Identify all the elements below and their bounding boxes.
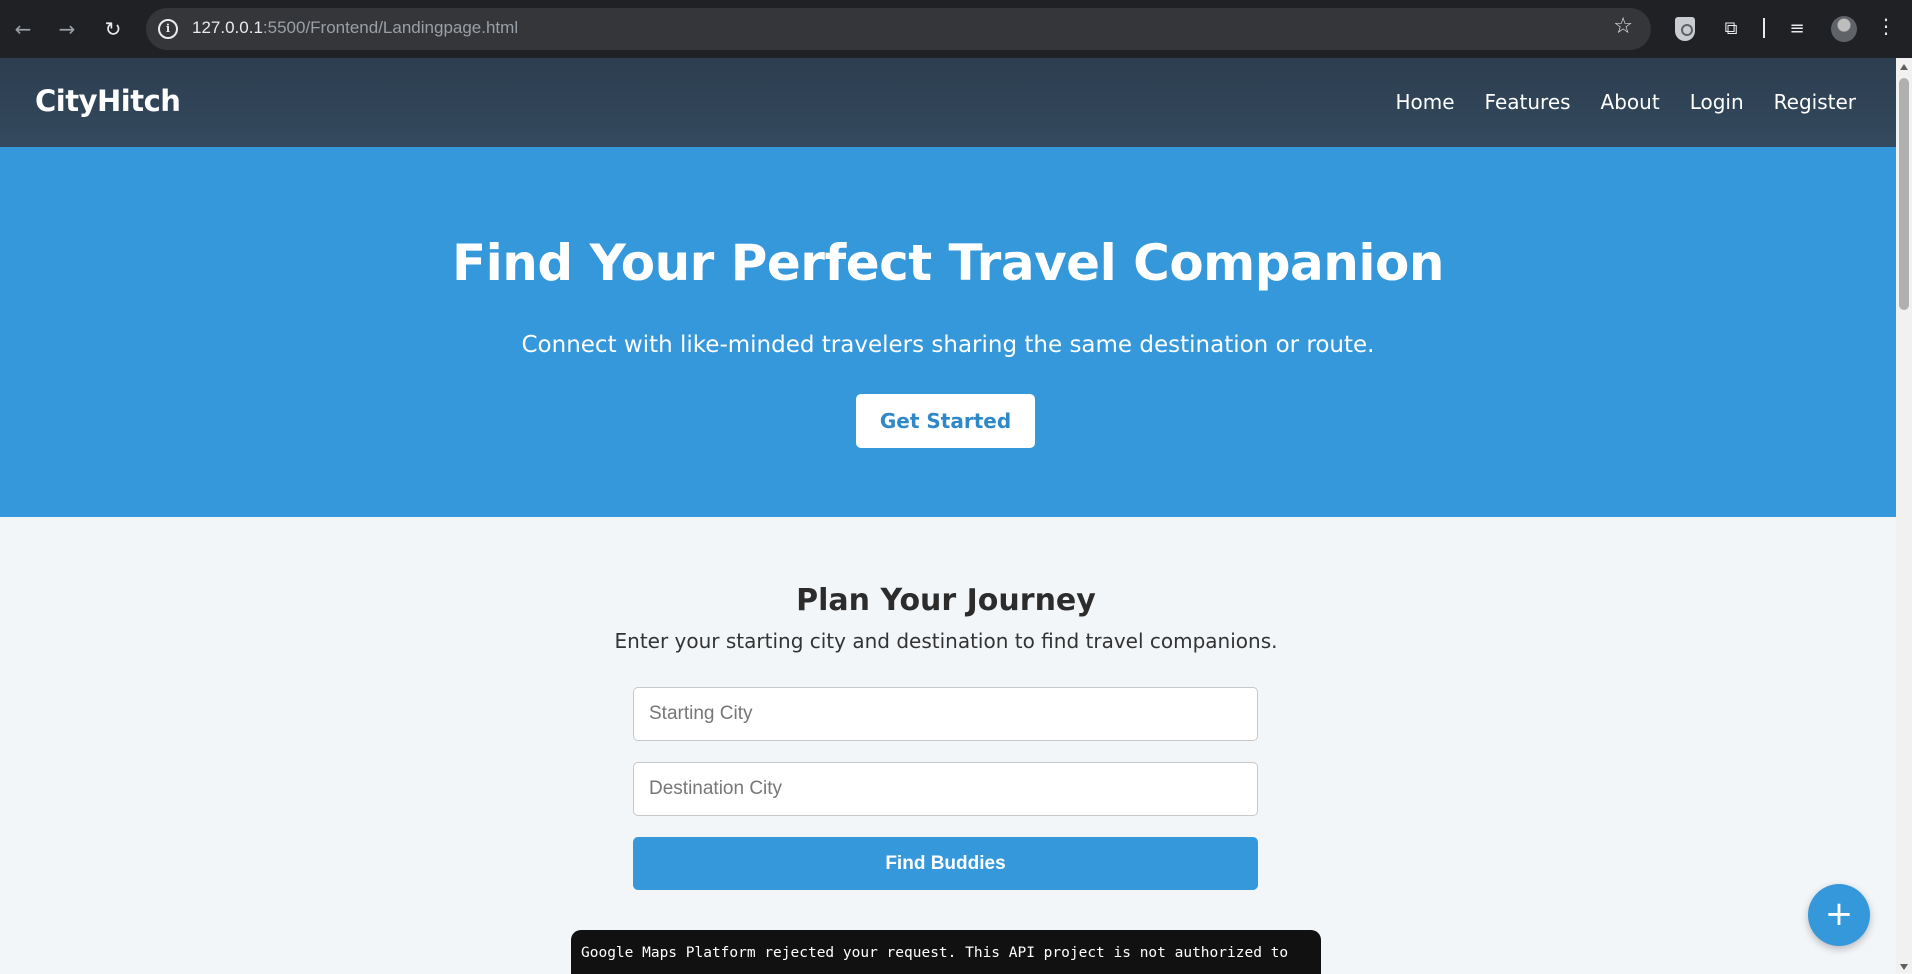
nav-home[interactable]: Home — [1395, 90, 1454, 114]
find-buddies-button[interactable]: Find Buddies — [633, 837, 1258, 890]
nav-features[interactable]: Features — [1485, 90, 1571, 114]
maps-error-toast: Google Maps Platform rejected your reque… — [571, 930, 1321, 974]
star-icon[interactable]: ☆ — [1613, 14, 1633, 39]
journey-subtitle: Enter your starting city and destination… — [614, 629, 1278, 653]
starting-city-input[interactable] — [633, 687, 1258, 741]
get-started-button[interactable]: Get Started — [856, 394, 1035, 448]
scroll-up-arrow-icon[interactable] — [1900, 64, 1908, 70]
address-bar[interactable]: i 127.0.0.1:5500/Frontend/Landingpage.ht… — [146, 8, 1651, 50]
journey-title: Plan Your Journey — [796, 583, 1096, 618]
nav-register[interactable]: Register — [1774, 90, 1856, 114]
hero-section: Find Your Perfect Travel Companion Conne… — [0, 147, 1896, 517]
url-host: 127.0.0.1 — [192, 18, 263, 37]
destination-city-input[interactable] — [633, 762, 1258, 816]
toolbar-divider — [1763, 18, 1765, 38]
shield-extension-icon[interactable] — [1675, 17, 1695, 41]
nav-about[interactable]: About — [1601, 90, 1660, 114]
page-scrollbar[interactable] — [1896, 58, 1912, 974]
add-fab-button[interactable]: + — [1808, 884, 1870, 946]
hero-title: Find Your Perfect Travel Companion — [452, 234, 1444, 292]
reload-icon[interactable]: ↻ — [98, 14, 128, 44]
profile-avatar[interactable] — [1831, 16, 1857, 42]
site-logo[interactable]: CityHitch — [35, 84, 181, 118]
main-nav: Home Features About Login Register — [1395, 90, 1856, 114]
puzzle-extensions-icon[interactable]: ⧉ — [1718, 16, 1744, 42]
browser-toolbar: ← → ↻ i 127.0.0.1:5500/Frontend/Landingp… — [0, 0, 1912, 58]
nav-login[interactable]: Login — [1690, 90, 1744, 114]
site-info-icon[interactable]: i — [158, 19, 178, 39]
hero-subtitle: Connect with like-minded travelers shari… — [521, 332, 1375, 358]
more-menu-icon[interactable]: ⋮ — [1876, 14, 1896, 38]
back-arrow-icon[interactable]: ← — [8, 14, 38, 44]
media-control-icon[interactable]: ≡ — [1784, 16, 1810, 42]
url-path: :5500/Frontend/Landingpage.html — [262, 18, 519, 37]
scroll-down-arrow-icon[interactable] — [1900, 964, 1908, 970]
scroll-thumb[interactable] — [1899, 78, 1909, 310]
site-header: CityHitch Home Features About Login Regi… — [0, 58, 1896, 147]
forward-arrow-icon[interactable]: → — [52, 14, 82, 44]
url-text[interactable]: 127.0.0.1:5500/Frontend/Landingpage.html — [192, 18, 518, 38]
